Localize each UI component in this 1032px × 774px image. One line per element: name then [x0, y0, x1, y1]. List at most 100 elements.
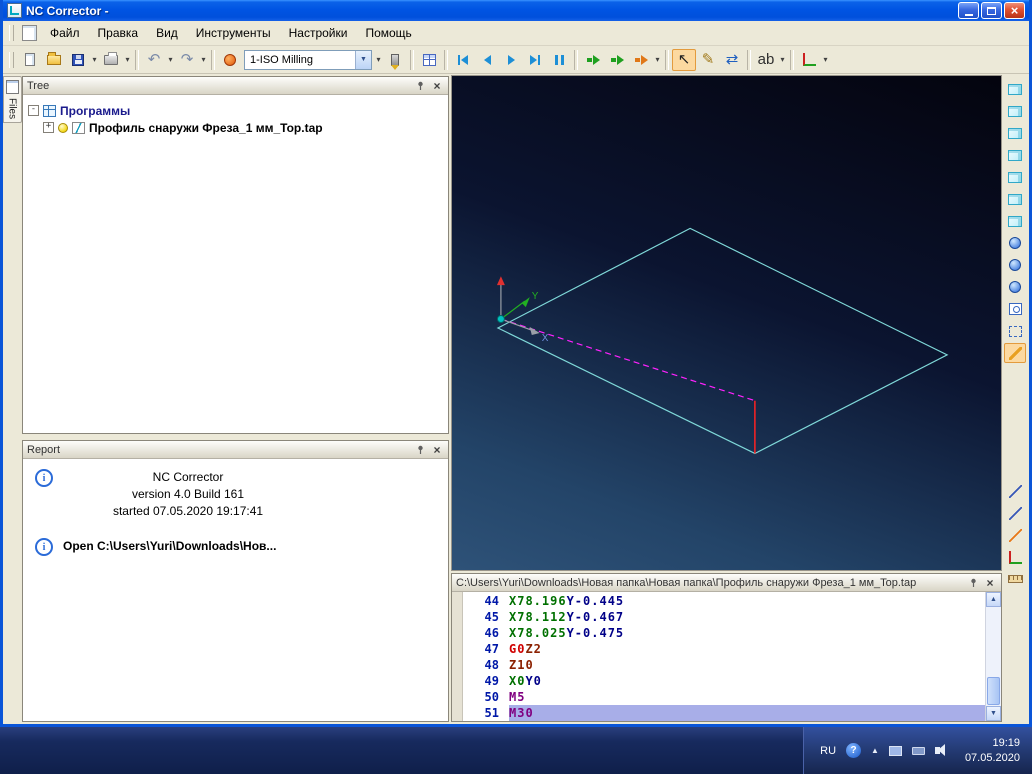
ruler-button[interactable] [1004, 569, 1026, 589]
machining-parameters-button[interactable] [218, 49, 242, 71]
report-panel-title: Report [27, 443, 61, 456]
tool-library-button[interactable] [383, 49, 407, 71]
print-button[interactable] [99, 49, 123, 71]
snap-mode-button[interactable] [1004, 525, 1026, 545]
usb-tray-icon[interactable] [911, 746, 925, 755]
scroll-up-icon[interactable]: ▲ [986, 592, 1001, 607]
help-tray-icon[interactable]: ? [846, 743, 862, 758]
gcode-text: X78.196Y-0.445 [509, 593, 985, 609]
clock[interactable]: 19:19 07.05.2020 [957, 736, 1020, 766]
view-bottom-button[interactable] [1004, 101, 1026, 121]
redo-button[interactable]: ↷ [175, 49, 199, 71]
menu-item[interactable]: Инструменты [187, 23, 280, 43]
gcode-line[interactable]: 50 M5 [463, 689, 985, 705]
dropdown-arrow-icon[interactable]: ▾ [374, 55, 383, 64]
open-file-button[interactable] [42, 49, 66, 71]
view-right-button[interactable] [1004, 189, 1026, 209]
tree-root-label[interactable]: Программы [60, 104, 130, 118]
frames-table-button[interactable] [417, 49, 441, 71]
measure-tool-button[interactable] [1004, 343, 1026, 363]
zoom-dynamic-button[interactable] [1004, 277, 1026, 297]
edit-path-button[interactable] [1004, 503, 1026, 523]
view-top-button[interactable] [1004, 79, 1026, 99]
zoom-extents-button[interactable] [1004, 321, 1026, 341]
save-button[interactable] [66, 49, 90, 71]
close-panel-button[interactable] [983, 576, 997, 589]
pan-view-button[interactable] [1004, 255, 1026, 275]
expand-icon[interactable]: + [43, 122, 54, 133]
new-file-button[interactable] [18, 49, 42, 71]
maximize-button[interactable] [981, 2, 1002, 19]
play-button[interactable] [499, 49, 523, 71]
scrollbar-thumb[interactable] [987, 677, 1000, 705]
close-panel-button[interactable] [430, 79, 444, 92]
zoom-window-button[interactable] [1004, 299, 1026, 319]
dropdown-arrow-icon[interactable]: ▾ [123, 55, 132, 64]
run-forward-button[interactable] [581, 49, 605, 71]
hidden-icons-arrow-icon[interactable] [871, 747, 879, 755]
tree-root-item[interactable]: - Программы [28, 102, 443, 119]
display-tray-icon[interactable] [888, 745, 902, 756]
pin-button[interactable] [413, 443, 427, 456]
gcode-line[interactable]: 47 G0Z2 [463, 641, 985, 657]
go-to-last-button[interactable] [523, 49, 547, 71]
compare-button[interactable]: ⇄ [720, 49, 744, 71]
gcode-line[interactable]: 49 X0Y0 [463, 673, 985, 689]
gcode-line[interactable]: 48 Z10 [463, 657, 985, 673]
coordinate-system-button[interactable] [797, 49, 821, 71]
menu-item[interactable]: Вид [147, 23, 187, 43]
draw-line-button[interactable] [1004, 481, 1026, 501]
dropdown-arrow-icon[interactable]: ▾ [166, 55, 175, 64]
files-tab[interactable]: Files [3, 76, 22, 124]
line-number: 44 [484, 594, 499, 608]
dropdown-arrow-icon[interactable]: ▾ [199, 55, 208, 64]
menu-item[interactable]: Настройки [280, 23, 357, 43]
gcode-scrollbar[interactable]: ▲ ▼ [985, 592, 1001, 721]
tree-child-item[interactable]: + Профиль снаружи Фреза_1 мм_Top.tap [43, 119, 443, 136]
gcode-line[interactable]: 45 X78.112Y-0.467 [463, 609, 985, 625]
gcode-word: Z10 [509, 658, 534, 672]
close-button[interactable] [1004, 2, 1025, 19]
dropdown-arrow-icon[interactable]: ▾ [653, 55, 662, 64]
step-backward-button[interactable] [475, 49, 499, 71]
language-indicator[interactable]: RU [820, 745, 836, 757]
encoding-button[interactable]: ab [754, 49, 778, 71]
volume-icon[interactable] [934, 744, 945, 756]
dropdown-arrow-icon[interactable]: ▾ [90, 55, 99, 64]
undo-button[interactable]: ↶ [142, 49, 166, 71]
gcode-line[interactable]: 44 X78.196Y-0.445 [463, 593, 985, 609]
view-isometric-button[interactable] [1004, 211, 1026, 231]
scroll-down-icon[interactable]: ▼ [986, 706, 1001, 721]
pin-button[interactable] [413, 79, 427, 92]
interpreter-select[interactable]: 1-ISO Milling ▼ [244, 49, 372, 70]
viewport-3d[interactable]: Y X [451, 75, 1002, 571]
scrollbar-track[interactable] [986, 607, 1001, 706]
menu-item[interactable]: Помощь [356, 23, 420, 43]
pin-button[interactable] [966, 576, 980, 589]
select-mode-button[interactable]: ↖ [672, 48, 696, 71]
view-front-button[interactable] [1004, 123, 1026, 143]
rotate-view-button[interactable] [1004, 233, 1026, 253]
gcode-line[interactable]: 46 X78.025Y-0.475 [463, 625, 985, 641]
dropdown-arrow-icon[interactable]: ▾ [821, 55, 830, 64]
chevron-down-icon[interactable]: ▼ [355, 50, 371, 69]
show-axes-button[interactable] [1004, 547, 1026, 567]
run-to-end-button[interactable] [629, 49, 653, 71]
tree-child-label[interactable]: Профиль снаружи Фреза_1 мм_Top.tap [89, 121, 323, 135]
view-back-button[interactable] [1004, 145, 1026, 165]
menu-item[interactable]: Файл [41, 23, 89, 43]
view-left-button[interactable] [1004, 167, 1026, 187]
minimize-button[interactable] [958, 2, 979, 19]
visibility-bulb-icon[interactable] [58, 122, 68, 133]
document-icon[interactable] [22, 25, 37, 41]
close-panel-button[interactable] [430, 443, 444, 456]
edit-mode-button[interactable]: ✎ [696, 49, 720, 71]
collapse-icon[interactable]: - [28, 105, 39, 116]
pause-button[interactable] [547, 49, 571, 71]
run-to-break-button[interactable] [605, 49, 629, 71]
dropdown-arrow-icon[interactable]: ▾ [778, 55, 787, 64]
titlebar: NC Corrector - [3, 0, 1029, 21]
gcode-line[interactable]: 51 M30 [463, 705, 985, 721]
menu-item[interactable]: Правка [89, 23, 148, 43]
go-to-first-button[interactable] [451, 49, 475, 71]
